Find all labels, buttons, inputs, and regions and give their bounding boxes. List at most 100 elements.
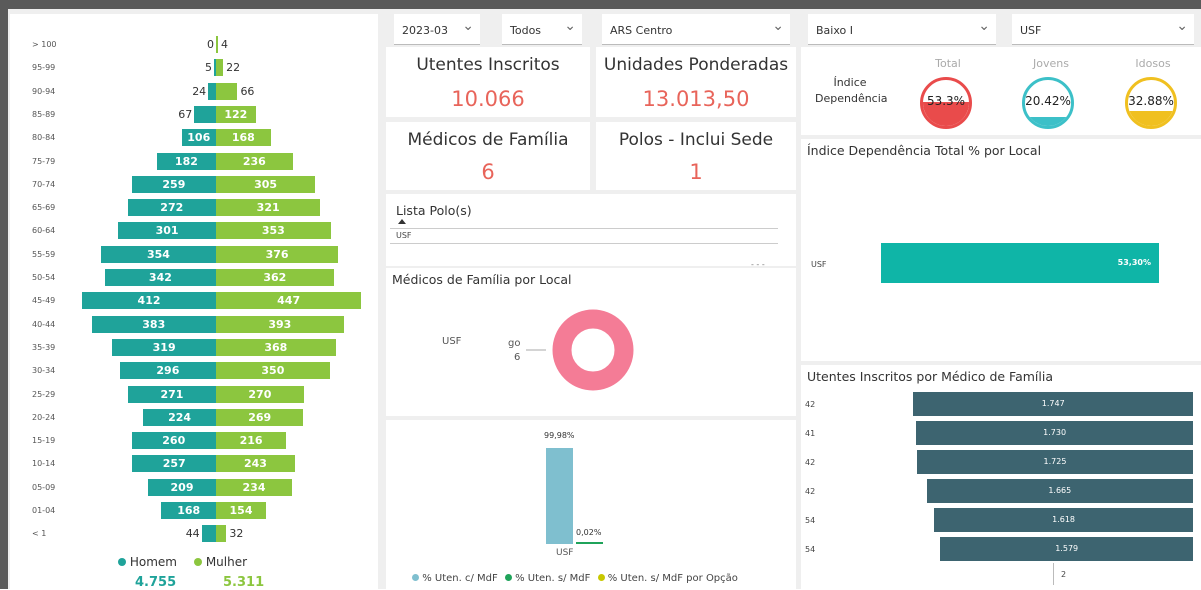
- bar-homem[interactable]: [208, 82, 216, 100]
- medico-bar[interactable]: 1.665: [926, 479, 1193, 503]
- unidade-slicer[interactable]: USF ⌄: [1012, 14, 1194, 45]
- window-left-border: [0, 0, 8, 589]
- bar-mulher-value: 168: [231, 131, 255, 145]
- medico-bar[interactable]: 1.730: [916, 421, 1193, 445]
- gauge-jovens-value: 20.42%: [1025, 94, 1071, 108]
- sort-up-icon[interactable]: [398, 219, 406, 224]
- bar-homem-value: 0: [207, 38, 214, 51]
- age-group-label: 05-09: [32, 482, 56, 492]
- tipo-value: Todos: [510, 24, 542, 37]
- redacted-block: [817, 541, 897, 555]
- indice-dependencia-panel: Índice Dependência Total Jovens Idosos 5…: [801, 47, 1201, 135]
- legend-mulher[interactable]: Mulher: [194, 555, 247, 569]
- bar-mulher[interactable]: [216, 525, 227, 543]
- age-group-label: 55-59: [32, 249, 56, 259]
- bar-homem-value: 257: [162, 457, 186, 471]
- ars-value: ARS Centro: [610, 24, 673, 37]
- population-pyramid-chart: > 100 0 4 95-99 5 22 90-94 24 66 85-89 67 122 80-84 1…: [10, 14, 378, 554]
- bar-mulher-value: 350: [261, 364, 285, 378]
- bar-mulher[interactable]: [216, 36, 218, 53]
- age-group-label: 50-54: [32, 273, 56, 282]
- bar-homem-value: 259: [162, 177, 186, 191]
- periodo-value: 2023-03: [402, 24, 448, 37]
- medico-bar[interactable]: 1.579: [940, 537, 1193, 561]
- bar-mulher[interactable]: [216, 82, 238, 100]
- legend-homem[interactable]: Homem: [118, 555, 177, 569]
- medico-bar[interactable]: 1.725: [917, 450, 1193, 474]
- bar-mulher-value: 368: [264, 340, 288, 354]
- legend2-dot-icon: [504, 574, 512, 581]
- age-group-label: 20-24: [32, 412, 56, 422]
- lista-polos-item-label: USF: [396, 231, 412, 240]
- age-group-label: 15-19: [32, 436, 56, 446]
- donut-value: 6: [514, 352, 521, 363]
- aces-slicer[interactable]: Baixo I ⌄: [808, 14, 996, 45]
- chevron-down-icon: ⌄: [1176, 18, 1188, 34]
- bar-mulher-value: 66: [240, 84, 255, 98]
- medico-row-label: 42: [805, 487, 816, 496]
- periodo-slicer[interactable]: 2023-03 ⌄: [394, 14, 480, 45]
- bar-mulher[interactable]: [216, 59, 224, 77]
- bar-homem-value: 106: [187, 131, 211, 145]
- bar-homem-value: 354: [146, 247, 170, 261]
- kpi-unidades-card: Unidades Ponderadas 13.013,50: [596, 47, 796, 117]
- age-group-label: 75-79: [32, 156, 56, 166]
- bar-homem[interactable]: [194, 105, 216, 123]
- age-group-label: 80-84: [32, 133, 56, 143]
- bar-mulher-value: 234: [242, 480, 266, 494]
- bar-mulher-value: 447: [277, 294, 301, 308]
- dep-local-bar[interactable]: 53,30%: [881, 243, 1159, 283]
- kpi-polos-card: Polos - Inclui Sede 1: [596, 122, 796, 190]
- bar-homem[interactable]: [201, 525, 216, 543]
- bar-mulher-value: 236: [242, 154, 266, 168]
- bar-homem-value: 182: [174, 154, 198, 168]
- bar-mulher-value: 393: [268, 317, 292, 331]
- bar-mulher-value: 154: [229, 504, 253, 517]
- gauge-total-value: 53.3%: [926, 94, 966, 108]
- legend-mulher-label: Mulher: [205, 555, 248, 569]
- tipo-slicer[interactable]: Todos ⌄: [502, 14, 582, 45]
- medico-row-label: 54: [805, 545, 816, 554]
- redacted-block: [817, 425, 897, 439]
- bar-mulher-value: 353: [261, 224, 285, 238]
- window-top-border: [0, 0, 1201, 9]
- gauge-total[interactable]: 53.3%: [920, 77, 972, 129]
- donut-label: USF: [442, 336, 462, 347]
- gauge-jovens[interactable]: 20.42%: [1022, 77, 1074, 129]
- ars-slicer[interactable]: ARS Centro ⌄: [602, 14, 790, 45]
- age-group-label: 25-29: [32, 389, 56, 399]
- legend3-label: % Uten. s/ MdF por Opção: [607, 573, 738, 584]
- lista-polos-item[interactable]: USF: [390, 228, 778, 244]
- bar-uten-com-mdf[interactable]: [546, 448, 573, 544]
- kpi-utentes-value: 10.066: [451, 87, 525, 111]
- medico-bar[interactable]: 1.747: [913, 392, 1193, 416]
- donut-ring: [552, 309, 634, 391]
- bar-uten-sem-mdf[interactable]: [576, 542, 603, 544]
- redacted-block: [817, 454, 897, 468]
- bar-homem-value: 412: [137, 294, 161, 308]
- bar-mulher-value: 269: [248, 410, 272, 424]
- age-group-label: 35-39: [32, 342, 56, 352]
- total-mulher: 5.311: [223, 575, 265, 590]
- legend-homem-label: Homem: [129, 555, 177, 569]
- bar-homem-value: 44: [185, 527, 200, 541]
- bar-mulher-value: 270: [248, 387, 272, 401]
- age-group-label: > 100: [32, 40, 57, 49]
- kpi-polos-value: 1: [689, 160, 703, 184]
- age-group-label: 65-69: [32, 203, 56, 213]
- cobertura-panel: 99,98% 0,02% USF % Uten. c/ MdF % Uten. …: [386, 420, 796, 589]
- gauge-total-title: Total: [935, 57, 961, 70]
- bar-mulher-value: 122: [224, 107, 248, 121]
- age-group-label: 40-44: [32, 319, 56, 329]
- age-group-label: < 1: [32, 529, 47, 539]
- gauge-idosos[interactable]: 32.88%: [1125, 77, 1177, 129]
- medico-bar[interactable]: 1.618: [934, 508, 1193, 532]
- age-group-label: 60-64: [32, 226, 56, 236]
- bar-homem-value: 5: [205, 61, 212, 75]
- kpi-polos-title: Polos - Inclui Sede: [618, 130, 774, 150]
- age-group-label: 90-94: [32, 86, 56, 96]
- legend3-dot-icon: [597, 574, 605, 581]
- redacted-block: [817, 396, 897, 410]
- redacted-block: [817, 483, 897, 497]
- gauge-idosos-title: Idosos: [1135, 57, 1171, 70]
